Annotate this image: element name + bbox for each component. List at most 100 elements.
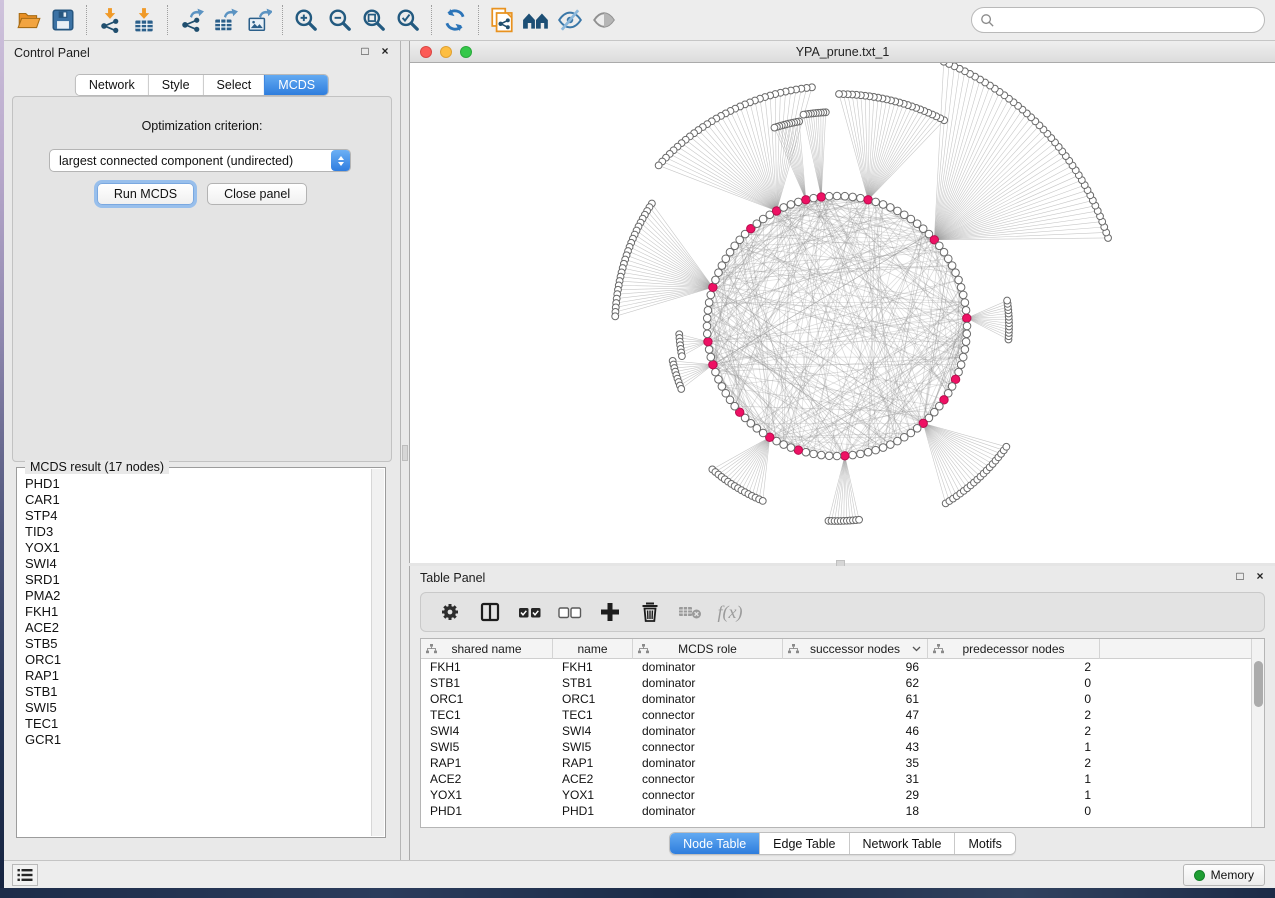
table-row[interactable]: SWI4SWI4dominator462 <box>421 723 1251 739</box>
select-all-icon[interactable] <box>515 597 545 627</box>
tab-select[interactable]: Select <box>203 75 265 95</box>
table-cell: connector <box>633 739 783 755</box>
run-mcds-button[interactable]: Run MCDS <box>97 183 194 205</box>
mcds-result-item[interactable]: TID3 <box>25 524 371 540</box>
mcds-result-item[interactable]: STP4 <box>25 508 371 524</box>
memory-label: Memory <box>1211 868 1254 882</box>
table-scrollbar[interactable] <box>1251 639 1264 827</box>
mcds-result-item[interactable]: STB1 <box>25 684 371 700</box>
mcds-result-item[interactable]: FKH1 <box>25 604 371 620</box>
tab-node-table[interactable]: Node Table <box>670 833 759 854</box>
function-builder-icon: f(x) <box>715 597 745 627</box>
mcds-result-item[interactable]: PHD1 <box>25 476 371 492</box>
zoom-in-icon[interactable] <box>289 3 323 37</box>
table-row[interactable]: SWI5SWI5connector431 <box>421 739 1251 755</box>
mcds-result-item[interactable]: TEC1 <box>25 716 371 732</box>
tab-edge-table[interactable]: Edge Table <box>759 833 848 854</box>
column-header-MCDS-role[interactable]: MCDS role <box>633 639 783 659</box>
hide-selected-icon[interactable] <box>553 3 587 37</box>
table-cell: STB1 <box>421 675 553 691</box>
mcds-result-scrollbar[interactable] <box>371 469 384 836</box>
table-row[interactable]: YOX1YOX1connector291 <box>421 787 1251 803</box>
toolbar-separator <box>86 5 87 35</box>
export-table-icon[interactable] <box>208 3 242 37</box>
table-cell: SWI4 <box>421 723 553 739</box>
column-header-filler <box>1100 639 1251 659</box>
import-table-icon[interactable] <box>127 3 161 37</box>
mcds-result-item[interactable]: SRD1 <box>25 572 371 588</box>
zoom-fit-icon[interactable] <box>357 3 391 37</box>
mcds-result-item[interactable]: ACE2 <box>25 620 371 636</box>
close-panel-icon[interactable]: × <box>378 44 392 58</box>
tab-style[interactable]: Style <box>148 75 203 95</box>
tab-network-table[interactable]: Network Table <box>849 833 955 854</box>
column-header-name[interactable]: name <box>553 639 633 659</box>
mcds-result-item[interactable]: SWI4 <box>25 556 371 572</box>
table-cell: connector <box>633 771 783 787</box>
gear-icon[interactable] <box>435 597 465 627</box>
import-network-icon[interactable] <box>93 3 127 37</box>
table-row[interactable]: TEC1TEC1connector472 <box>421 707 1251 723</box>
export-network-icon[interactable] <box>174 3 208 37</box>
network-canvas[interactable] <box>410 63 1275 563</box>
float-panel-icon[interactable]: □ <box>358 44 372 58</box>
float-panel-icon[interactable]: □ <box>1233 569 1247 583</box>
network-window-titlebar[interactable]: YPA_prune.txt_1 <box>410 41 1275 63</box>
search-box[interactable] <box>971 7 1265 33</box>
table-row[interactable]: PHD1PHD1dominator180 <box>421 803 1251 819</box>
tab-motifs[interactable]: Motifs <box>954 833 1014 854</box>
table-row[interactable]: ACE2ACE2connector311 <box>421 771 1251 787</box>
show-panels-menu-icon[interactable] <box>12 864 38 886</box>
open-file-icon[interactable] <box>12 3 46 37</box>
table-cell: ACE2 <box>421 771 553 787</box>
table-cell: PHD1 <box>421 803 553 819</box>
table-row[interactable]: FKH1FKH1dominator962 <box>421 659 1251 675</box>
new-network-from-selection-icon[interactable] <box>485 3 519 37</box>
mcds-result-item[interactable]: STB5 <box>25 636 371 652</box>
delete-column-icon[interactable] <box>635 597 665 627</box>
network-window-title: YPA_prune.txt_1 <box>410 45 1275 59</box>
node-table: shared namenameMCDS rolesuccessor nodesp… <box>420 638 1265 828</box>
optimization-criterion-select[interactable]: largest connected component (undirected) <box>49 149 351 172</box>
close-panel-icon[interactable]: × <box>1253 569 1267 583</box>
table-cell: FKH1 <box>421 659 553 675</box>
mcds-result-item[interactable]: PMA2 <box>25 588 371 604</box>
table-cell: SWI5 <box>553 739 633 755</box>
mcds-result-item[interactable]: GCR1 <box>25 732 371 748</box>
table-panel-header: Table Panel □ × <box>410 566 1275 590</box>
first-neighbors-icon[interactable] <box>519 3 553 37</box>
show-all-icon[interactable] <box>587 3 621 37</box>
tab-network[interactable]: Network <box>76 75 148 95</box>
table-panel: Table Panel □ × <box>409 566 1275 860</box>
divider-handle[interactable] <box>402 445 408 461</box>
zoom-selected-icon[interactable] <box>391 3 425 37</box>
save-session-icon[interactable] <box>46 3 80 37</box>
table-cell: dominator <box>633 675 783 691</box>
column-header-shared-name[interactable]: shared name <box>421 639 553 659</box>
mcds-result-item[interactable]: ORC1 <box>25 652 371 668</box>
table-cell: STB1 <box>553 675 633 691</box>
scrollbar-thumb[interactable] <box>1254 661 1263 707</box>
table-row[interactable]: RAP1RAP1dominator352 <box>421 755 1251 771</box>
search-input[interactable] <box>995 10 1256 30</box>
column-header-successor-nodes[interactable]: successor nodes <box>783 639 928 659</box>
table-row[interactable]: ORC1ORC1dominator610 <box>421 691 1251 707</box>
add-column-icon[interactable] <box>595 597 625 627</box>
column-split-icon[interactable] <box>475 597 505 627</box>
mcds-result-item[interactable]: YOX1 <box>25 540 371 556</box>
memory-button[interactable]: Memory <box>1183 864 1265 886</box>
toolbar-separator <box>282 5 283 35</box>
refresh-icon[interactable] <box>438 3 472 37</box>
export-image-icon[interactable] <box>242 3 276 37</box>
tab-mcds[interactable]: MCDS <box>264 75 328 95</box>
delete-table-icon[interactable] <box>675 597 705 627</box>
zoom-out-icon[interactable] <box>323 3 357 37</box>
mcds-result-item[interactable]: RAP1 <box>25 668 371 684</box>
mcds-result-item[interactable]: SWI5 <box>25 700 371 716</box>
vertical-split-divider[interactable] <box>401 41 409 860</box>
close-panel-button[interactable]: Close panel <box>207 183 307 205</box>
table-row[interactable]: STB1STB1dominator620 <box>421 675 1251 691</box>
mcds-result-item[interactable]: CAR1 <box>25 492 371 508</box>
deselect-all-icon[interactable] <box>555 597 585 627</box>
column-header-predecessor-nodes[interactable]: predecessor nodes <box>928 639 1100 659</box>
